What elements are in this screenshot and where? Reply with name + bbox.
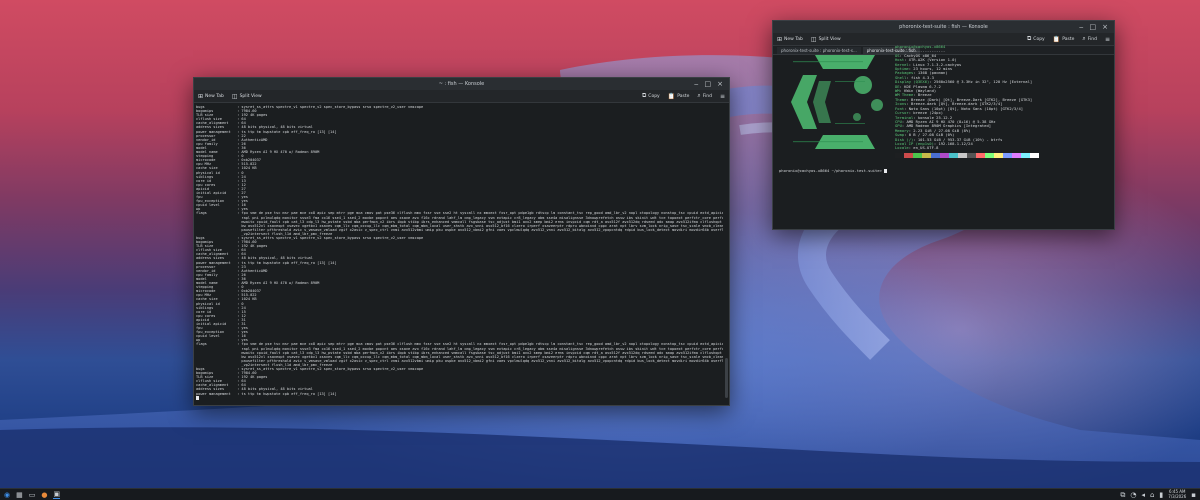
battery-icon[interactable]: ▮: [1159, 491, 1163, 499]
search-icon: ⌕: [1082, 35, 1086, 42]
palette-swatch: [1012, 152, 1021, 158]
new-tab-button[interactable]: ⊞ New Tab: [777, 36, 803, 43]
info-row: Locale: en_US.UTF-8: [895, 145, 939, 151]
clock-date: 7/3/2026: [1168, 493, 1187, 499]
paste-label: Paste: [677, 93, 690, 99]
system-info: phoronix@cachyos-x8664 -----------------…: [895, 44, 1101, 158]
prompt-text: phoronix@cachyos-x8664 ~/phoronix-test-s…: [779, 168, 885, 173]
copy-label: Copy: [648, 93, 660, 99]
terminal-output[interactable]: bugs : sysret_ss_attrs spectre_v1 spectr…: [196, 105, 723, 405]
find-button[interactable]: ⌕ Find: [697, 92, 712, 100]
palette-swatch: [967, 152, 976, 158]
clock[interactable]: 6:45 AM 7/3/2026: [1168, 489, 1187, 499]
split-view-button[interactable]: ◫ Split View: [232, 93, 262, 100]
terminal-line: flags : fpu vme de pse tsc msr pae mce c…: [196, 211, 723, 216]
palette-swatch: [895, 152, 904, 158]
maximize-icon[interactable]: □: [705, 80, 712, 88]
find-button[interactable]: ⌕ Find: [1082, 35, 1097, 43]
paste-icon: 📋: [1052, 35, 1061, 43]
split-view-button[interactable]: ◫ Split View: [811, 36, 841, 43]
fastfetch-terminal-window[interactable]: phoronix-test-suite : fish — Konsole ‒ □…: [772, 20, 1115, 230]
palette-swatch: [985, 152, 994, 158]
main-window-title: ~ : fish — Konsole: [438, 81, 485, 87]
main-window-titlebar[interactable]: ~ : fish — Konsole ‒ □ ×: [194, 78, 729, 90]
search-icon: ⌕: [697, 92, 701, 99]
new-tab-icon: ⊞: [777, 35, 783, 43]
network-icon[interactable]: ⌂: [1150, 491, 1154, 499]
palette-swatch: [931, 152, 940, 158]
close-icon[interactable]: ×: [717, 80, 723, 88]
hamburger-menu-icon: ≡: [1104, 35, 1110, 43]
info-value: 2560x2560 @ 3.3Hz in 32", 120 Hz [Extern…: [933, 79, 1033, 85]
info-value: 192.168.1.12/24: [938, 140, 973, 146]
side-window-title: phoronix-test-suite : fish — Konsole: [899, 24, 988, 30]
paste-button[interactable]: 📋 Paste: [1053, 36, 1075, 43]
minimize-icon[interactable]: ‒: [1079, 23, 1083, 31]
notifications-icon[interactable]: ◔: [1130, 491, 1136, 499]
palette-swatch: [940, 152, 949, 158]
system-tray: ⧉ ◔ ◂ ⌂ ▮ 6:45 AM 7/3/2026 ▪: [1120, 489, 1196, 499]
copy-button[interactable]: ⧉ Copy: [1027, 35, 1045, 43]
cachyos-logo: [791, 55, 883, 149]
close-icon[interactable]: ×: [1102, 23, 1108, 31]
paste-button[interactable]: 📋 Paste: [668, 93, 690, 100]
side-window-titlebar[interactable]: phoronix-test-suite : fish — Konsole ‒ □…: [773, 21, 1114, 33]
new-tab-button[interactable]: ⊞ New Tab: [198, 93, 224, 100]
copy-label: Copy: [1033, 36, 1045, 42]
new-tab-icon: ⊞: [198, 92, 204, 100]
palette-swatch: [913, 152, 922, 158]
copy-icon: ⧉: [642, 92, 647, 99]
split-view-label: Split View: [239, 93, 262, 99]
menu-button[interactable]: ≡: [1105, 36, 1110, 43]
find-label: Find: [702, 93, 712, 99]
palette-swatch: [976, 152, 985, 158]
split-view-icon: ◫: [810, 35, 817, 43]
volume-icon[interactable]: ◂: [1141, 491, 1145, 499]
terminal-prompt-line[interactable]: [196, 395, 723, 400]
new-tab-label: New Tab: [784, 36, 803, 42]
taskbar: ◉ ▦ ▭ ● ▣ ⧉ ◔ ◂ ⌂ ▮ 6:45 AM 7/3/2026 ▪: [0, 488, 1200, 500]
terminal-line: flags : fpu vme de pse tsc msr pae mce c…: [196, 342, 723, 347]
info-key: Locale: [895, 145, 909, 151]
paste-icon: 📋: [667, 92, 676, 100]
palette-swatch: [1030, 152, 1039, 158]
menu-button[interactable]: ≡: [720, 93, 725, 100]
text-cursor: [884, 169, 888, 173]
scrollbar[interactable]: [725, 358, 728, 398]
copy-button[interactable]: ⧉ Copy: [642, 92, 660, 100]
palette-swatch: [949, 152, 958, 158]
palette-swatch: [904, 152, 913, 158]
copy-icon: ⧉: [1027, 35, 1032, 42]
info-value: en_US.UTF-8: [913, 145, 939, 151]
pager-icon[interactable]: ▦: [16, 491, 23, 499]
show-desktop-icon[interactable]: ▪: [1191, 491, 1196, 499]
find-label: Find: [1087, 36, 1097, 42]
palette-swatch: [958, 152, 967, 158]
text-cursor: [196, 395, 199, 400]
palette-swatch: [1003, 152, 1012, 158]
main-terminal-window[interactable]: ~ : fish — Konsole ‒ □ × ⊞ New Tab ◫ Split…: [193, 77, 730, 406]
split-view-label: Split View: [818, 36, 841, 42]
palette-swatch: [994, 152, 1003, 158]
firefox-icon[interactable]: ●: [41, 491, 47, 499]
main-window-toolbar: ⊞ New Tab ◫ Split View ⧉ Copy 📋 Paste ⌕ Find …: [194, 90, 729, 103]
hamburger-menu-icon: ≡: [719, 92, 725, 100]
palette-swatch: [922, 152, 931, 158]
palette-swatch: [1021, 152, 1030, 158]
paste-label: Paste: [1062, 36, 1075, 42]
color-palette: [895, 152, 1101, 158]
file-manager-icon[interactable]: ▭: [29, 491, 36, 499]
konsole-taskbar-icon[interactable]: ▣: [53, 490, 61, 499]
prompt-line[interactable]: phoronix@cachyos-x8664 ~/phoronix-test-s…: [779, 168, 888, 173]
minimize-icon[interactable]: ‒: [694, 80, 698, 88]
clipboard-icon[interactable]: ⧉: [1120, 491, 1125, 499]
maximize-icon[interactable]: □: [1090, 23, 1097, 31]
split-view-icon: ◫: [231, 92, 238, 100]
new-tab-label: New Tab: [205, 93, 224, 99]
app-launcher-icon[interactable]: ◉: [4, 491, 10, 499]
